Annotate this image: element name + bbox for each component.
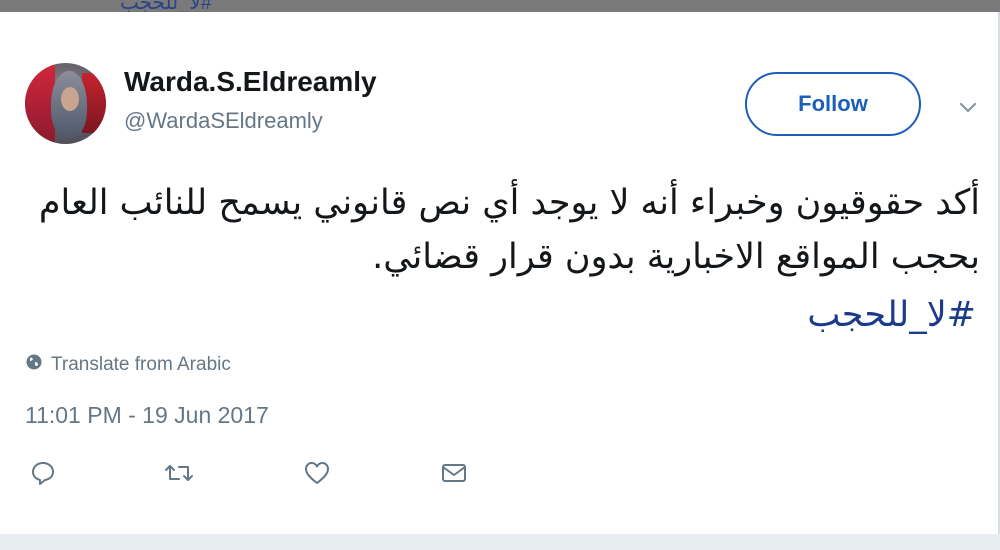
- follow-button[interactable]: Follow: [745, 72, 921, 136]
- translate-label: Translate from Arabic: [51, 354, 231, 375]
- tweet-timestamp[interactable]: 11:01 PM - 19 Jun 2017: [25, 402, 269, 429]
- tweet-text: أكد حقوقيون وخبراء أنه لا يوجد أي نص قان…: [38, 183, 980, 277]
- top-strip: #لا_للحجب: [0, 0, 1000, 12]
- heart-icon[interactable]: [299, 455, 335, 491]
- bottom-strip: [0, 534, 1000, 550]
- hashtag-link[interactable]: #لا_للحجب: [807, 288, 976, 342]
- user-handle[interactable]: @WardaSEldreamly: [124, 108, 323, 134]
- envelope-icon[interactable]: [436, 455, 472, 491]
- action-bar: [0, 455, 1000, 495]
- translate-link[interactable]: Translate from Arabic: [25, 353, 231, 377]
- globe-icon: [25, 353, 43, 377]
- display-name[interactable]: Warda.S.Eldreamly: [124, 66, 377, 98]
- reply-icon[interactable]: [25, 455, 61, 491]
- previous-hashtag-fragment: #لا_للحجب: [120, 0, 212, 12]
- avatar[interactable]: [25, 63, 106, 144]
- chevron-down-icon[interactable]: [957, 96, 979, 118]
- retweet-icon[interactable]: [161, 455, 197, 491]
